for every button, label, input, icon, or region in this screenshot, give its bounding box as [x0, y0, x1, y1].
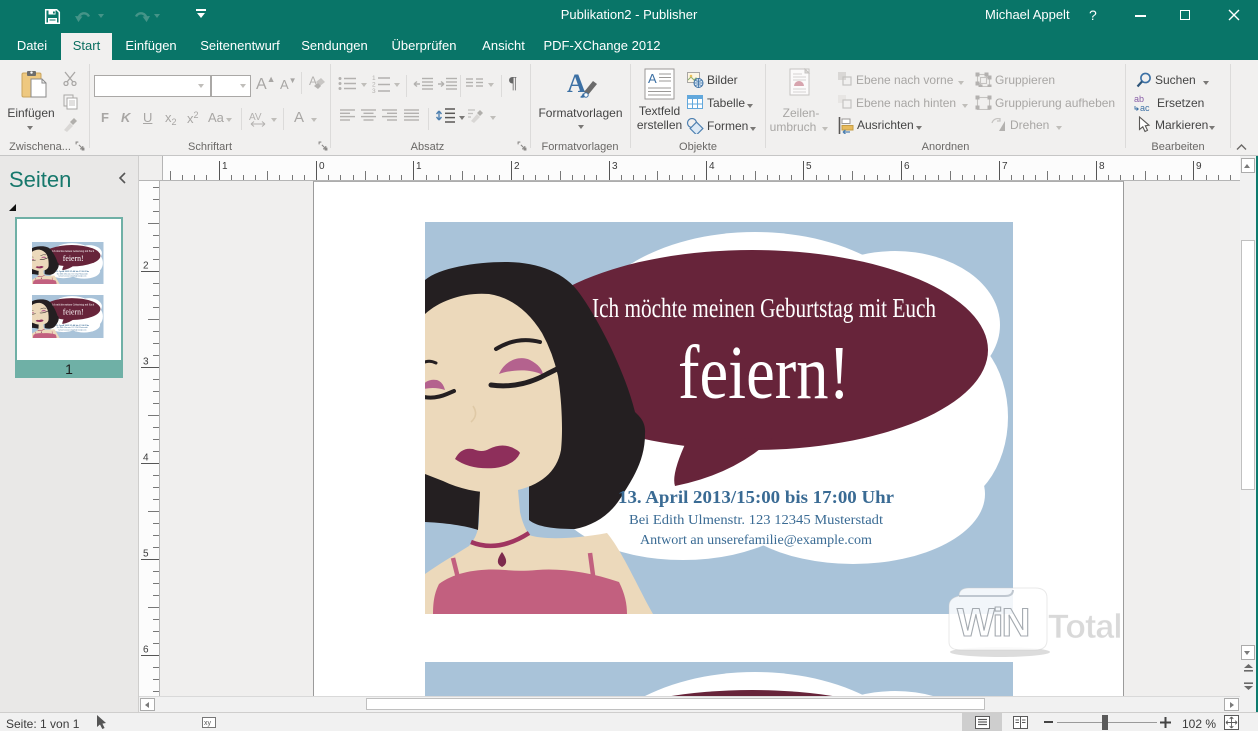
svg-text:2: 2: [143, 261, 149, 272]
svg-text:AV: AV: [249, 112, 262, 123]
svg-text:ac: ac: [1140, 103, 1150, 112]
svg-text:3: 3: [143, 357, 149, 368]
svg-text:Total: Total: [1048, 608, 1122, 646]
svg-text:xy: xy: [204, 720, 212, 727]
svg-text:4: 4: [143, 453, 149, 464]
svg-text:5: 5: [143, 549, 149, 560]
svg-text:3: 3: [372, 88, 376, 93]
svg-text:A: A: [648, 71, 657, 86]
svg-text:6: 6: [143, 645, 149, 656]
svg-text:WiN: WiN: [957, 601, 1029, 645]
